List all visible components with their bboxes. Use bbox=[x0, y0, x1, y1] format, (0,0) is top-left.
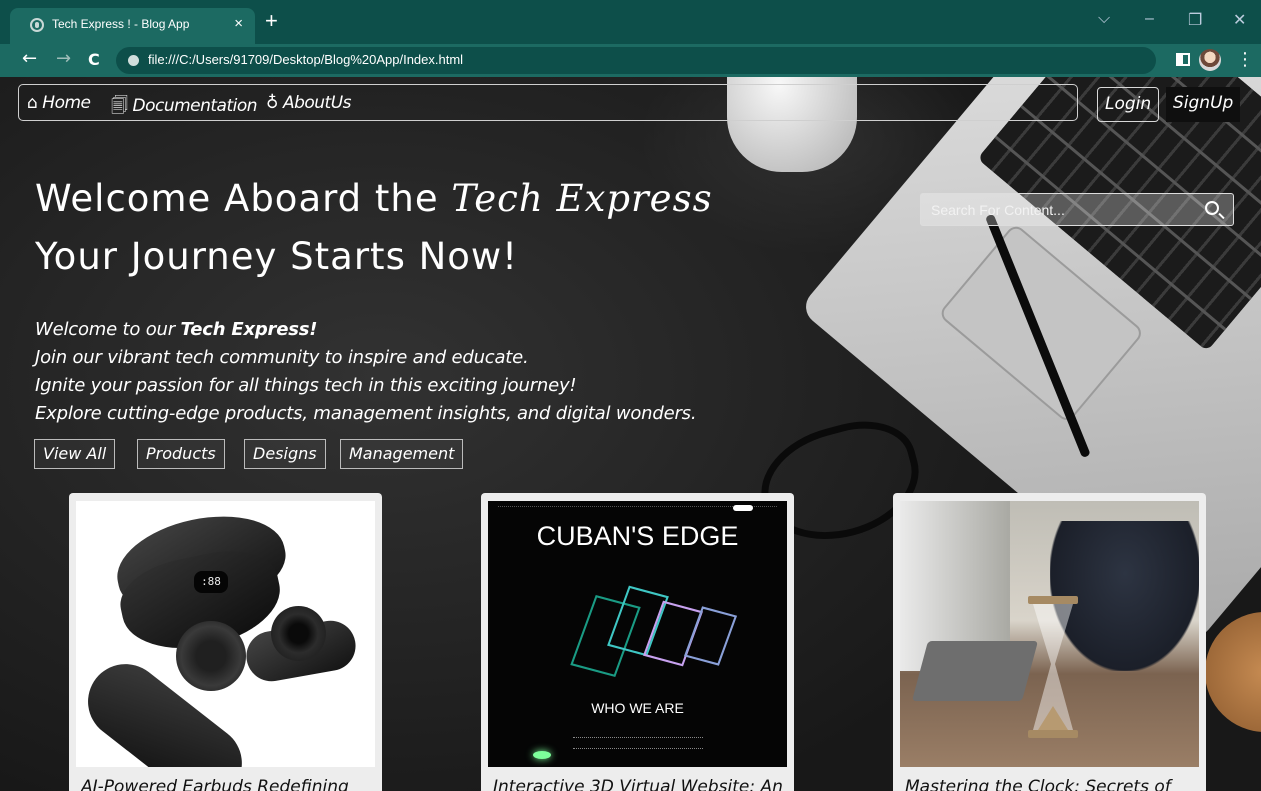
blog-card[interactable]: :88 AI-Powered Earbuds Redefining bbox=[69, 493, 382, 791]
back-button[interactable]: ← bbox=[22, 48, 37, 69]
search-input[interactable] bbox=[921, 194, 1191, 225]
browser-tab-strip: Tech Express ! - Blog App × + ⌵ – ❐ ✕ bbox=[0, 0, 1261, 44]
cork-coaster-image bbox=[1205, 612, 1261, 732]
image-subheading: WHO WE ARE bbox=[591, 700, 684, 716]
globe-icon bbox=[30, 18, 44, 32]
reload-button[interactable]: C bbox=[88, 50, 100, 69]
close-window-button[interactable]: ✕ bbox=[1233, 10, 1246, 30]
category-management-button[interactable]: Management bbox=[340, 439, 464, 469]
intro-brand: Tech Express! bbox=[180, 319, 318, 340]
image-nav-pill bbox=[733, 505, 753, 511]
hero-heading-line2: Your Journey Starts Now! bbox=[35, 235, 519, 278]
intro-line4: Explore cutting-edge products, managemen… bbox=[35, 403, 697, 424]
blog-card[interactable]: Mastering the Clock: Secrets of bbox=[893, 493, 1206, 791]
nav-documentation[interactable]: 🗐 Documentation bbox=[111, 93, 258, 122]
url-text[interactable]: file:///C:/Users/91709/Desktop/Blog%20Ap… bbox=[148, 52, 463, 67]
tab-title: Tech Express ! - Blog App bbox=[52, 17, 190, 31]
search-box bbox=[920, 193, 1234, 226]
case-display: :88 bbox=[194, 571, 228, 593]
hourglass-cap bbox=[1028, 730, 1078, 738]
intro-text: Welcome to our bbox=[35, 319, 181, 340]
hourglass-image[interactable] bbox=[900, 501, 1199, 767]
earbuds-image[interactable]: :88 bbox=[76, 501, 375, 767]
nav-about[interactable]: ♁ AboutUs bbox=[266, 93, 352, 113]
address-bar[interactable]: file:///C:/Users/91709/Desktop/Blog%20Ap… bbox=[116, 47, 1156, 74]
nav-documentation-label: Documentation bbox=[132, 96, 258, 116]
glow-spot bbox=[533, 751, 551, 759]
card-title[interactable]: Interactive 3D Virtual Website: An bbox=[493, 777, 788, 791]
tab-search-icon[interactable]: ⌵ bbox=[1098, 10, 1110, 28]
hero-heading-brand: Tech Express bbox=[451, 177, 713, 220]
new-tab-button[interactable]: + bbox=[265, 10, 278, 32]
hourglass-cap bbox=[1028, 596, 1078, 604]
browser-menu-icon[interactable]: ⋮ bbox=[1236, 49, 1254, 70]
hero-heading-line1: Welcome Aboard the Tech Express bbox=[35, 177, 713, 220]
category-designs-button[interactable]: Designs bbox=[244, 439, 326, 469]
earbud-tip bbox=[271, 606, 326, 661]
browser-toolbar: ← → C file:///C:/Users/91709/Desktop/Blo… bbox=[0, 44, 1261, 77]
nav-home-label: Home bbox=[42, 93, 91, 113]
laptop-blur bbox=[911, 641, 1039, 701]
hourglass bbox=[1028, 596, 1078, 746]
minimize-button[interactable]: – bbox=[1145, 10, 1154, 28]
nav-home[interactable]: ⌂ Home bbox=[27, 93, 91, 113]
side-panel-icon[interactable] bbox=[1176, 53, 1190, 66]
close-tab-icon[interactable]: × bbox=[234, 15, 243, 32]
card-title[interactable]: AI-Powered Earbuds Redefining bbox=[81, 777, 376, 791]
document-icon: 🗐 bbox=[111, 96, 128, 116]
category-view-all-button[interactable]: View All bbox=[34, 439, 116, 469]
intro-line2: Join our vibrant tech community to inspi… bbox=[35, 347, 529, 368]
signup-button[interactable]: SignUp bbox=[1166, 87, 1241, 122]
forward-button[interactable]: → bbox=[56, 48, 71, 69]
restore-button[interactable]: ❐ bbox=[1188, 10, 1202, 30]
cubans-edge-image[interactable]: CUBAN'S EDGE WHO WE ARE bbox=[488, 501, 787, 767]
page-body: ⌂ Home 🗐 Documentation ♁ AboutUs Login Sign… bbox=[0, 77, 1261, 791]
browser-tab[interactable]: Tech Express ! - Blog App × bbox=[10, 8, 255, 44]
hourglass-top bbox=[1033, 604, 1073, 664]
search-icon[interactable] bbox=[1205, 201, 1219, 215]
card-title[interactable]: Mastering the Clock: Secrets of bbox=[905, 777, 1200, 791]
main-navbar: ⌂ Home 🗐 Documentation ♁ AboutUs bbox=[18, 84, 1078, 121]
hero-heading-text: Welcome Aboard the bbox=[35, 177, 452, 220]
users-icon: ♁ bbox=[266, 93, 278, 113]
image-heading: CUBAN'S EDGE bbox=[536, 521, 739, 551]
intro-line1: Welcome to our Tech Express! bbox=[35, 319, 317, 340]
profile-avatar[interactable] bbox=[1199, 49, 1221, 71]
intro-line3: Ignite your passion for all things tech … bbox=[35, 375, 577, 396]
nav-about-label: AboutUs bbox=[282, 93, 352, 113]
home-icon: ⌂ bbox=[27, 93, 38, 113]
login-button[interactable]: Login bbox=[1097, 87, 1160, 122]
earbud-tip bbox=[176, 621, 246, 691]
image-text-lines bbox=[573, 737, 703, 749]
file-info-icon[interactable] bbox=[128, 55, 139, 66]
category-products-button[interactable]: Products bbox=[137, 439, 225, 469]
blog-card[interactable]: CUBAN'S EDGE WHO WE ARE Interactive 3D V… bbox=[481, 493, 794, 791]
